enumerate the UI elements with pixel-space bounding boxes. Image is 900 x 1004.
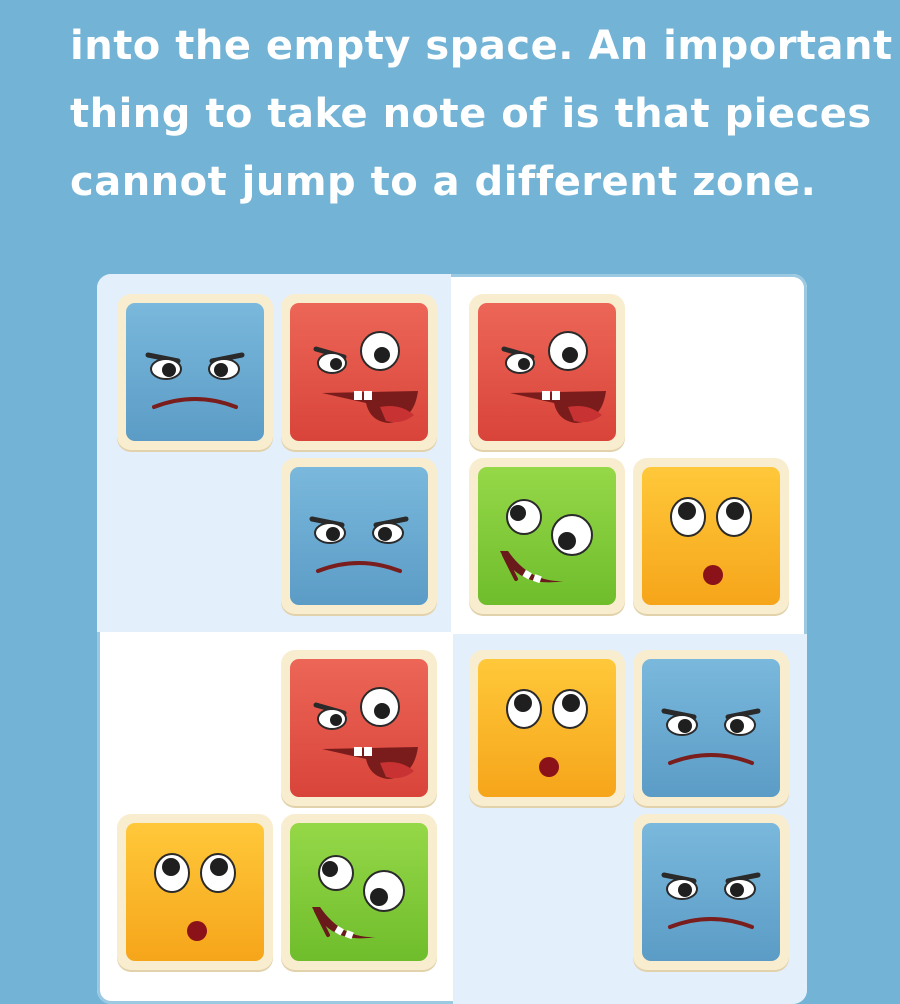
- yellow-surprised-face-icon: [478, 659, 616, 797]
- red-crazy-face-icon: [478, 303, 616, 441]
- empty-cell[interactable]: [633, 294, 789, 450]
- instruction-caption: into the empty space. An important thing…: [70, 12, 893, 216]
- empty-cell[interactable]: [117, 458, 273, 614]
- tile-red-crazy[interactable]: [469, 294, 625, 450]
- caption-line-3: cannot jump to a different zone.: [70, 159, 817, 205]
- tile-blue-angry[interactable]: [281, 458, 437, 614]
- puzzle-board: [97, 274, 807, 1004]
- tile-blue-angry[interactable]: [633, 814, 789, 970]
- yellow-surprised-face-icon: [642, 467, 780, 605]
- tile-green-silly[interactable]: [469, 458, 625, 614]
- blue-angry-face-icon: [290, 467, 428, 605]
- tile-blue-angry[interactable]: [633, 650, 789, 806]
- caption-line-2: thing to take note of is that pieces: [70, 91, 872, 137]
- tile-blue-angry[interactable]: [117, 294, 273, 450]
- tile-yellow-surprised[interactable]: [469, 650, 625, 806]
- tile-yellow-surprised[interactable]: [117, 814, 273, 970]
- caption-line-1: into the empty space. An important: [70, 23, 893, 69]
- red-crazy-face-icon: [290, 659, 428, 797]
- yellow-surprised-face-icon: [126, 823, 264, 961]
- green-silly-face-icon: [478, 467, 616, 605]
- tile-yellow-surprised[interactable]: [633, 458, 789, 614]
- blue-angry-face-icon: [642, 823, 780, 961]
- blue-angry-face-icon: [126, 303, 264, 441]
- tile-red-crazy[interactable]: [281, 294, 437, 450]
- tile-green-silly[interactable]: [281, 814, 437, 970]
- blue-angry-face-icon: [642, 659, 780, 797]
- tile-red-crazy[interactable]: [281, 650, 437, 806]
- green-silly-face-icon: [290, 823, 428, 961]
- red-crazy-face-icon: [290, 303, 428, 441]
- empty-cell[interactable]: [117, 650, 273, 806]
- empty-cell[interactable]: [469, 814, 625, 970]
